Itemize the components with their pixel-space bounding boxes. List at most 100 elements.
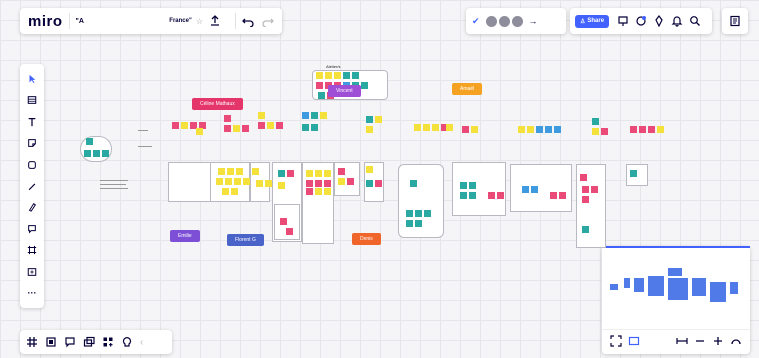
sticky-note[interactable] — [316, 72, 323, 79]
sticky-note[interactable] — [311, 112, 318, 119]
sticky-note[interactable] — [234, 178, 241, 185]
cards-icon[interactable] — [83, 336, 95, 348]
board-menu-icon[interactable] — [729, 15, 741, 27]
comment-list-icon[interactable] — [64, 336, 76, 348]
sticky-note[interactable] — [278, 182, 285, 189]
sticky-note[interactable] — [375, 116, 382, 123]
sticky-note[interactable] — [559, 192, 566, 199]
collapse-icon[interactable]: ‹ — [140, 337, 143, 348]
sticky-note[interactable] — [488, 192, 495, 199]
sticky-note[interactable] — [316, 82, 323, 89]
arrow-right-icon[interactable]: → — [529, 16, 538, 26]
export-icon[interactable] — [209, 15, 221, 27]
sticky-note[interactable] — [86, 138, 93, 145]
sticky-note[interactable] — [276, 122, 283, 129]
sticky-note[interactable] — [527, 126, 534, 133]
sticky-note-icon[interactable] — [22, 132, 42, 153]
sticky-note[interactable] — [224, 125, 231, 132]
sticky-note[interactable] — [522, 186, 529, 193]
sticky-note[interactable] — [280, 218, 287, 225]
sticky-note[interactable] — [469, 192, 476, 199]
sticky-note[interactable] — [196, 128, 203, 135]
sticky-note[interactable] — [432, 124, 439, 131]
sticky-note[interactable] — [580, 174, 587, 181]
sticky-note[interactable] — [218, 168, 225, 175]
sticky-note[interactable] — [554, 126, 561, 133]
sticky-note[interactable] — [446, 124, 453, 131]
sticky-note[interactable] — [287, 170, 294, 177]
minimap-view[interactable] — [602, 246, 750, 330]
sticky-note[interactable] — [172, 122, 179, 129]
sticky-note[interactable] — [236, 168, 243, 175]
shape-icon[interactable] — [22, 154, 42, 175]
sticky-note[interactable] — [361, 82, 368, 89]
sticky-note[interactable] — [265, 180, 272, 187]
sticky-note[interactable] — [460, 182, 467, 189]
board-name-left[interactable]: "A — [76, 18, 84, 25]
sticky-note[interactable] — [648, 126, 655, 133]
sticky-note[interactable] — [315, 170, 322, 177]
zoom-in-icon[interactable] — [712, 335, 724, 347]
board-name-right[interactable]: France" — [169, 18, 192, 24]
sticky-note[interactable] — [415, 210, 422, 217]
pen-icon[interactable] — [22, 175, 42, 196]
sticky-note[interactable] — [657, 126, 664, 133]
fit-screen-icon[interactable] — [610, 335, 622, 347]
sticky-note[interactable] — [256, 180, 263, 187]
sticky-note[interactable] — [258, 122, 265, 129]
sticky-note[interactable] — [471, 126, 478, 133]
frames-icon[interactable] — [45, 336, 57, 348]
sticky-note[interactable] — [406, 210, 413, 217]
sticky-note[interactable] — [424, 210, 431, 217]
sticky-note[interactable] — [306, 170, 313, 177]
sticky-note[interactable] — [224, 115, 231, 122]
redo-icon[interactable] — [262, 15, 274, 27]
apps-icon[interactable] — [102, 336, 114, 348]
sticky-note[interactable] — [366, 166, 373, 173]
frame[interactable] — [452, 162, 506, 216]
frame[interactable] — [510, 164, 572, 212]
bulb-icon[interactable] — [121, 336, 133, 348]
star-icon[interactable]: ☆ — [196, 17, 203, 26]
sticky-note[interactable] — [252, 168, 259, 175]
sticky-note[interactable] — [630, 126, 637, 133]
sticky-note[interactable] — [591, 186, 598, 193]
notifications-icon[interactable] — [671, 15, 683, 27]
sticky-note[interactable] — [318, 92, 325, 99]
sticky-note[interactable] — [531, 186, 538, 193]
sticky-note[interactable] — [415, 220, 422, 227]
sticky-note[interactable] — [93, 150, 100, 157]
sticky-note[interactable] — [258, 112, 265, 119]
upload-icon[interactable] — [22, 261, 42, 282]
sticky-note[interactable] — [243, 178, 250, 185]
sticky-note[interactable] — [320, 112, 327, 119]
sticky-note[interactable] — [216, 178, 223, 185]
sticky-note[interactable] — [582, 196, 589, 203]
reaction-icon[interactable]: ✔ — [472, 16, 480, 27]
sticky-note[interactable] — [352, 72, 359, 79]
sticky-note[interactable] — [267, 122, 274, 129]
avatar[interactable] — [498, 15, 510, 27]
more-icon[interactable]: ··· — [22, 283, 42, 304]
sticky-note[interactable] — [181, 122, 188, 129]
pin-icon[interactable] — [653, 15, 665, 27]
text-icon[interactable] — [22, 111, 42, 132]
sticky-note[interactable] — [414, 124, 421, 131]
sticky-note[interactable] — [536, 126, 543, 133]
sticky-note[interactable] — [366, 180, 373, 187]
zoom-out-icon[interactable] — [694, 335, 706, 347]
sticky-note[interactable] — [366, 116, 373, 123]
undo-icon[interactable] — [242, 15, 254, 27]
fit-width-icon[interactable] — [676, 335, 688, 347]
eraser-icon[interactable] — [22, 197, 42, 218]
sticky-note[interactable] — [315, 188, 322, 195]
sticky-note[interactable] — [406, 220, 413, 227]
sticky-note[interactable] — [302, 124, 309, 131]
sticky-note[interactable] — [324, 170, 331, 177]
sticky-note[interactable] — [410, 180, 417, 187]
sticky-note[interactable] — [324, 180, 331, 187]
frame-icon[interactable] — [22, 240, 42, 261]
sticky-note[interactable] — [338, 178, 345, 185]
sticky-note[interactable] — [286, 228, 293, 235]
sticky-note[interactable] — [315, 180, 322, 187]
